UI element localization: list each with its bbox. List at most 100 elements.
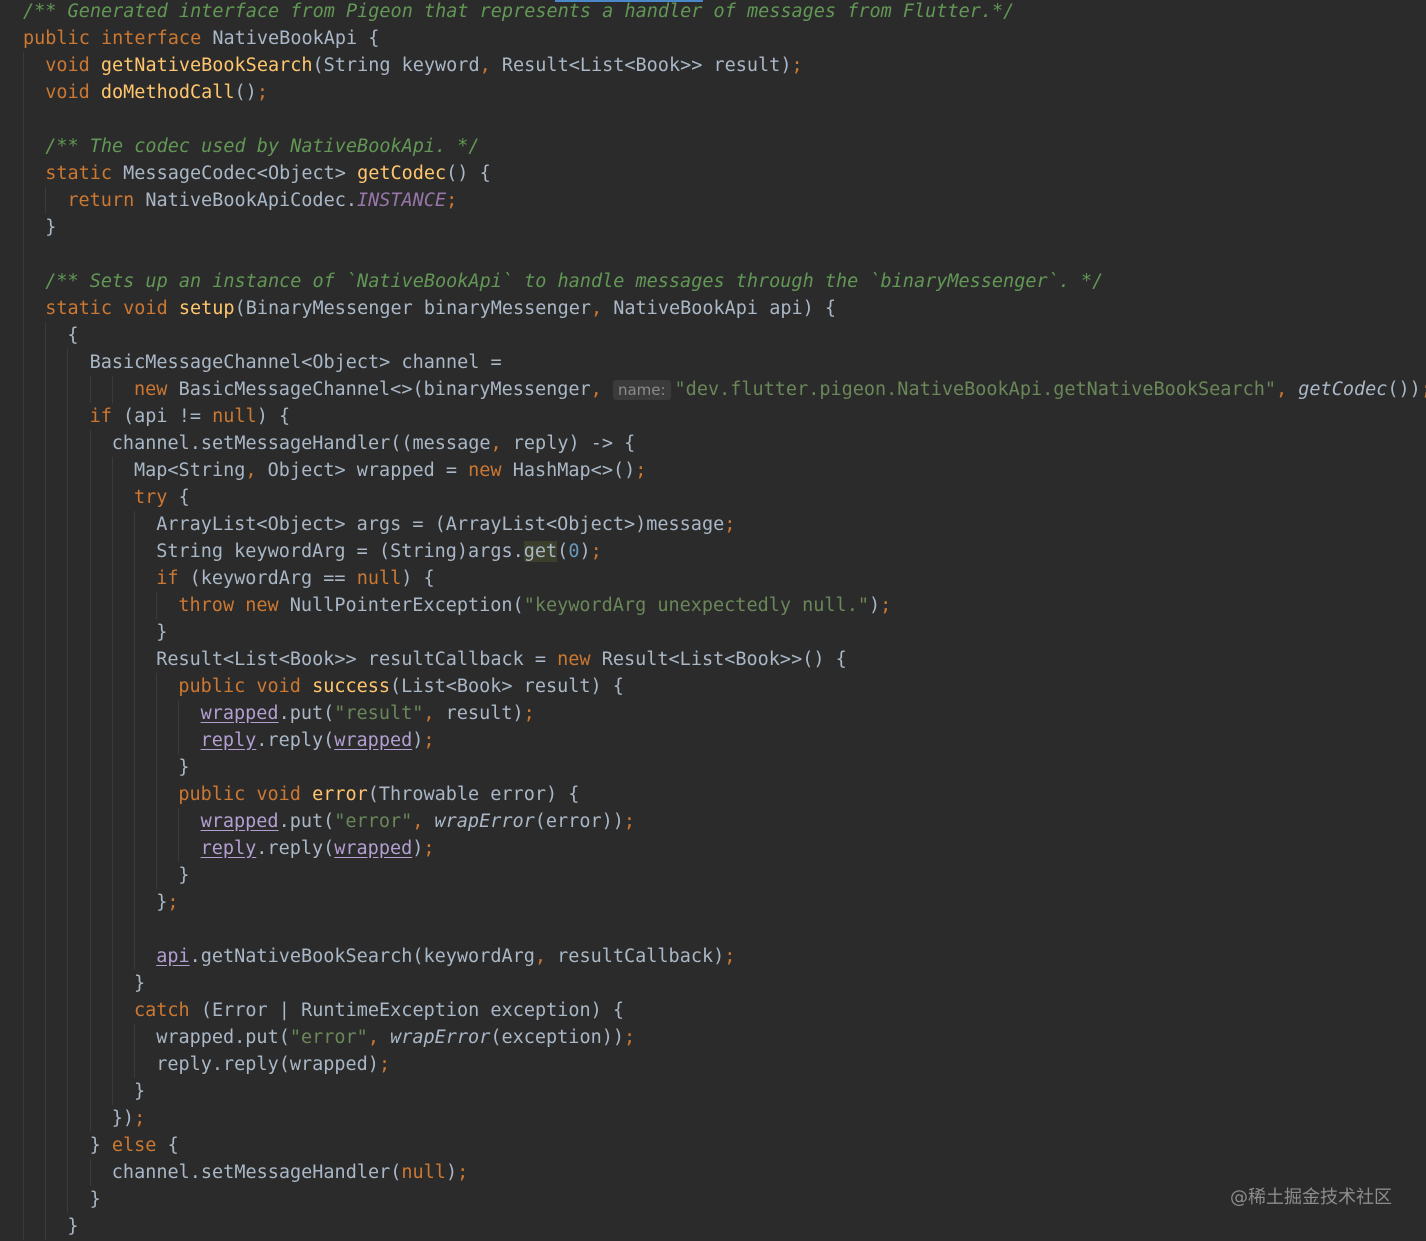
code-line[interactable]: static MessageCodec<Object> getCodec() {	[45, 160, 491, 187]
code-line[interactable]: /** Generated interface from Pigeon that…	[23, 0, 1014, 25]
code-line[interactable]: } else {	[90, 1132, 179, 1159]
code-line[interactable]: Map<String, Object> wrapped = new HashMa…	[134, 457, 646, 484]
code-line[interactable]: }	[45, 214, 56, 241]
code-line[interactable]: public interface NativeBookApi {	[23, 25, 379, 52]
code-token: String keywordArg = (String)args.	[156, 540, 524, 562]
code-token: (BinaryMessenger binaryMessenger	[234, 297, 591, 319]
code-line[interactable]: };	[156, 889, 178, 916]
code-token: Result<List<Book>> resultCallback =	[156, 648, 558, 670]
code-token: 0	[568, 540, 580, 562]
indent-guide	[23, 51, 24, 1240]
code-line[interactable]: }	[67, 1213, 78, 1240]
indent-guide	[111, 375, 113, 403]
code-line[interactable]: BasicMessageChannel<Object> channel =	[90, 349, 502, 376]
code-token: new	[557, 648, 602, 670]
code-line[interactable]: /** Sets up an instance of `NativeBookAp…	[45, 268, 1103, 295]
code-token: ;	[791, 54, 803, 76]
code-line[interactable]: if (keywordArg == null) {	[156, 565, 434, 592]
code-token: wrapped	[334, 729, 413, 751]
code-token: error	[312, 783, 368, 805]
code-line[interactable]: reply.reply(wrapped);	[201, 727, 435, 754]
parameter-hint: name:	[612, 379, 671, 400]
code-token: }	[67, 1215, 79, 1237]
code-token: NativeBookApiCodec.	[145, 189, 357, 211]
code-line[interactable]: }	[178, 754, 189, 781]
code-token: BasicMessageChannel<Object> channel =	[89, 351, 502, 373]
code-token: Result<List<Book>> result)	[501, 54, 792, 76]
code-token: ,	[412, 810, 435, 832]
code-token: }	[134, 972, 146, 994]
code-line[interactable]: channel.setMessageHandler((message, repl…	[112, 430, 636, 457]
code-line[interactable]: ArrayList<Object> args = (ArrayList<Obje…	[156, 511, 735, 538]
code-token: getNativeBookSearch	[100, 54, 313, 76]
code-line[interactable]: public void error(Throwable error) {	[178, 781, 579, 808]
code-token: wrapped	[200, 810, 279, 832]
code-token: (api !=	[123, 405, 213, 427]
code-line[interactable]: }	[90, 1186, 101, 1213]
code-token: wrapError	[390, 1026, 491, 1048]
code-token: void	[123, 297, 179, 319]
code-token: success	[312, 675, 391, 697]
code-token: .reply(	[256, 837, 335, 859]
code-line[interactable]: }	[134, 1078, 145, 1105]
code-token: ;	[134, 1107, 146, 1129]
code-line[interactable]: catch (Error | RuntimeException exceptio…	[134, 997, 624, 1024]
code-token: ,	[590, 297, 614, 319]
code-line[interactable]: Result<List<Book>> resultCallback = new …	[156, 646, 847, 673]
code-token: .put(	[278, 810, 335, 832]
code-line[interactable]: if (api != null) {	[90, 403, 291, 430]
code-token: "error"	[334, 810, 413, 832]
code-token: getCodec	[1298, 378, 1388, 400]
code-token: null	[356, 567, 402, 589]
code-token: doMethodCall	[100, 81, 235, 103]
indent-guide	[45, 186, 47, 214]
code-token: reply) -> {	[512, 432, 636, 454]
code-token: ,	[590, 378, 613, 400]
code-line[interactable]: channel.setMessageHandler(null);	[112, 1159, 468, 1186]
code-token: /** The codec used by NativeBookApi. */	[45, 135, 480, 157]
code-line[interactable]: public void success(List<Book> result) {	[178, 673, 624, 700]
code-line[interactable]: try {	[134, 484, 190, 511]
code-token: ;	[256, 81, 268, 103]
code-line[interactable]: {	[67, 322, 78, 349]
code-token: static	[45, 297, 124, 319]
code-line[interactable]: /** The codec used by NativeBookApi. */	[45, 133, 479, 160]
code-line[interactable]: static void setup(BinaryMessenger binary…	[45, 295, 836, 322]
code-line[interactable]: }	[134, 970, 145, 997]
code-line[interactable]: throw new NullPointerException("keywordA…	[178, 592, 891, 619]
code-line[interactable]: wrapped.put("result", result);	[201, 700, 535, 727]
indent-guide	[45, 321, 47, 1240]
code-line[interactable]: }	[178, 862, 189, 889]
code-line[interactable]: reply.reply(wrapped);	[201, 835, 435, 862]
code-token: )	[412, 837, 424, 859]
code-token: ;	[590, 540, 602, 562]
code-line[interactable]: return NativeBookApiCodec.INSTANCE;	[67, 187, 457, 214]
code-line[interactable]: String keywordArg = (String)args.get(0);	[156, 538, 602, 565]
code-line[interactable]: });	[112, 1105, 145, 1132]
code-token: setup	[178, 297, 235, 319]
code-token: ;	[623, 810, 636, 832]
code-line[interactable]: new BasicMessageChannel<>(binaryMessenge…	[134, 376, 1426, 403]
code-line[interactable]: void getNativeBookSearch(String keyword,…	[45, 52, 802, 79]
code-token: ,	[1276, 378, 1299, 400]
code-line[interactable]: wrapped.put("error", wrapError(exception…	[156, 1024, 635, 1051]
code-token: public	[23, 27, 101, 49]
code-editor[interactable]: /** Generated interface from Pigeon that…	[0, 0, 1426, 1241]
code-token: interface	[100, 27, 213, 49]
code-line[interactable]: reply.reply(wrapped);	[156, 1051, 390, 1078]
code-line[interactable]: }	[156, 619, 167, 646]
code-token: reply	[200, 729, 257, 751]
code-token: ;	[635, 459, 647, 481]
code-line[interactable]: api.getNativeBookSearch(keywordArg, resu…	[156, 943, 735, 970]
indent-guide	[156, 591, 158, 619]
code-token: (Error | RuntimeException exception) {	[200, 999, 625, 1021]
code-line[interactable]: void doMethodCall();	[45, 79, 268, 106]
indent-guide	[67, 348, 69, 1213]
code-token: void	[256, 783, 313, 805]
code-token: public	[178, 783, 257, 805]
code-token: NativeBookApi api) {	[613, 297, 837, 319]
code-token: .getNativeBookSearch(keywordArg	[189, 945, 535, 967]
code-token: else	[111, 1134, 168, 1156]
code-line[interactable]: wrapped.put("error", wrapError(error));	[201, 808, 635, 835]
code-token: {	[178, 486, 190, 508]
